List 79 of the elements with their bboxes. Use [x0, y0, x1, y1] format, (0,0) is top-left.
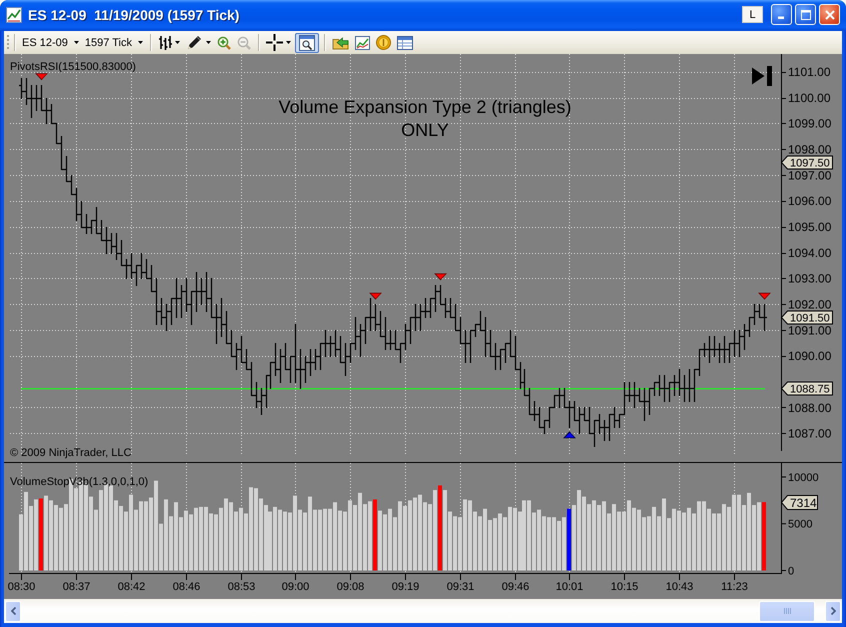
axis-label: 10000	[788, 472, 819, 484]
down-triangle-icon	[35, 73, 48, 80]
axis-label: 0	[788, 565, 794, 578]
line-chart-icon	[354, 36, 370, 50]
coin-icon	[376, 35, 391, 50]
axis-label: 1092.00	[788, 298, 832, 312]
axis-label: 1093.00	[788, 272, 832, 286]
time-label: 09:46	[502, 581, 530, 593]
chart-note: Volume Expansion Type 2 (triangles) ONLY	[278, 97, 572, 140]
axis-label: 5000	[788, 518, 812, 531]
axis-label: 1088.00	[788, 400, 832, 415]
chevron-right-icon	[830, 607, 836, 615]
close-icon	[824, 10, 834, 20]
time-label: 10:43	[666, 581, 694, 593]
close-button[interactable]	[819, 4, 840, 25]
down-triangle-icon	[369, 292, 382, 300]
pencil-icon	[186, 34, 203, 51]
down-triangle-icon	[758, 292, 771, 300]
interval-dropdown[interactable]: 1597 Tick	[82, 32, 146, 52]
volume-marker: 7314	[780, 495, 818, 510]
coin-button[interactable]	[374, 32, 393, 52]
bars-icon	[158, 34, 172, 50]
time-label: 08:30	[8, 581, 36, 593]
window-title: ES 12-09 11/19/2009 (1597 Tick)	[28, 6, 240, 22]
indicator-label: PivotsRSI(151500,83000)	[10, 61, 136, 73]
axis-label: 1090.00	[788, 349, 832, 364]
price-marker: 1091.50	[780, 310, 833, 324]
axis-label: 1097.00	[788, 168, 832, 182]
price-marker: 1088.75	[780, 382, 833, 396]
link-button[interactable]: L	[742, 6, 763, 23]
up-triangle-icon	[563, 431, 576, 438]
line-chart-icon	[6, 6, 22, 22]
time-label: 08:53	[228, 581, 256, 593]
time-label: 09:19	[392, 581, 420, 593]
scrollbar-thumb[interactable]	[759, 600, 815, 622]
instrument-dropdown[interactable]: ES 12-09	[19, 32, 82, 52]
chevron-left-icon	[10, 607, 16, 615]
table-icon	[396, 36, 413, 50]
maximize-button[interactable]	[795, 4, 816, 25]
maximize-icon	[800, 10, 810, 20]
time-label: 08:42	[118, 581, 146, 593]
caret-icon	[174, 41, 180, 44]
time-label: 11:23	[721, 581, 748, 593]
price-marker: 1097.50	[780, 156, 833, 170]
grip-icon	[784, 608, 790, 614]
grip-icon[interactable]	[6, 34, 10, 51]
minimize-button[interactable]	[771, 4, 792, 25]
caret-icon	[74, 41, 79, 44]
time-label: 10:15	[610, 581, 638, 593]
time-label: 08:37	[62, 581, 90, 593]
caret-icon	[206, 41, 211, 44]
crosshair-icon	[266, 34, 283, 51]
magnifier-window-icon	[298, 34, 315, 50]
scroll-left-button[interactable]	[5, 600, 21, 622]
axis-label: 1099.00	[788, 116, 832, 131]
time-label: 09:31	[446, 581, 474, 593]
axis-label: 1101.00	[788, 65, 830, 80]
down-triangle-icon	[434, 273, 447, 280]
zoom-out-icon	[236, 36, 251, 50]
scroll-right-button[interactable]	[825, 600, 841, 622]
time-label: 09:08	[336, 581, 364, 593]
folder-icon	[332, 35, 349, 50]
axis-label: 1096.00	[788, 194, 832, 208]
copyright-text: © 2009 NinjaTrader, LLC	[10, 447, 132, 459]
caret-icon	[286, 41, 291, 44]
axis-label: 1091.00	[788, 323, 832, 338]
time-label: 10:01	[556, 581, 584, 593]
axis-label: 1100.00	[788, 90, 830, 105]
axis-label: 1098.00	[788, 142, 832, 156]
axis-label: 1094.00	[788, 246, 832, 260]
zoom-in-icon	[216, 36, 231, 50]
data-box-button[interactable]	[294, 32, 319, 52]
axis-label: 1095.00	[788, 220, 832, 234]
axis-label: 1087.00	[788, 426, 832, 441]
time-label: 08:46	[172, 581, 200, 593]
time-label: 09:00	[282, 581, 310, 593]
crosshair-button[interactable]	[264, 32, 293, 52]
caret-icon	[138, 41, 143, 44]
skip-to-end-icon[interactable]	[752, 66, 772, 86]
